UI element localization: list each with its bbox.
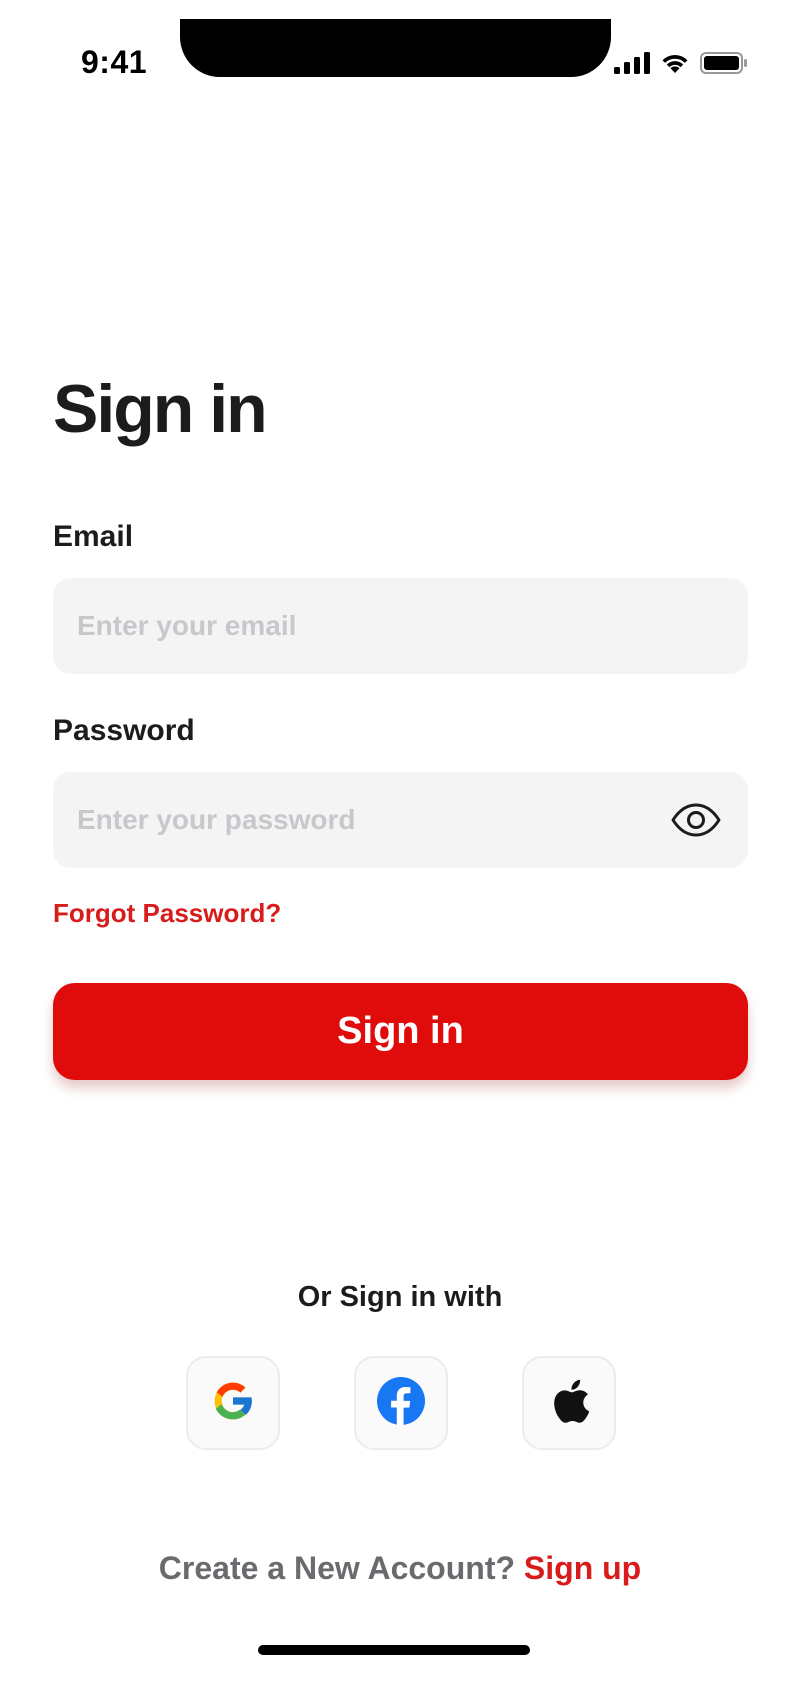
forgot-password-link[interactable]: Forgot Password? (53, 898, 281, 929)
google-sign-in-button[interactable] (186, 1356, 280, 1450)
sign-up-link[interactable]: Sign up (524, 1550, 641, 1586)
sign-up-row: Create a New Account? Sign up (0, 1550, 800, 1587)
facebook-icon (376, 1376, 426, 1431)
show-password-eye-icon[interactable] (666, 790, 726, 850)
facebook-sign-in-button[interactable] (354, 1356, 448, 1450)
device-notch (180, 19, 611, 77)
apple-sign-in-button[interactable] (522, 1356, 616, 1450)
social-sign-in-row (186, 1356, 616, 1450)
wifi-icon (660, 52, 690, 79)
email-field[interactable] (53, 578, 748, 674)
password-field-container[interactable] (53, 772, 748, 868)
battery-icon (700, 52, 748, 79)
social-sign-in-label: Or Sign in with (297, 1281, 503, 1313)
email-label: Email (53, 520, 134, 553)
google-icon (209, 1377, 257, 1430)
sign-in-button[interactable]: Sign in (53, 983, 748, 1080)
password-label: Password (53, 714, 195, 747)
sign-up-prompt: Create a New Account? (158, 1550, 516, 1586)
email-field-container[interactable] (53, 578, 748, 674)
page-title: Sign in (53, 371, 268, 447)
cellular-signal-icon (614, 52, 650, 79)
home-indicator (258, 1645, 530, 1655)
status-time: 9:41 (81, 44, 148, 80)
password-field[interactable] (53, 772, 666, 868)
status-icons (614, 52, 748, 79)
apple-icon (547, 1376, 591, 1431)
